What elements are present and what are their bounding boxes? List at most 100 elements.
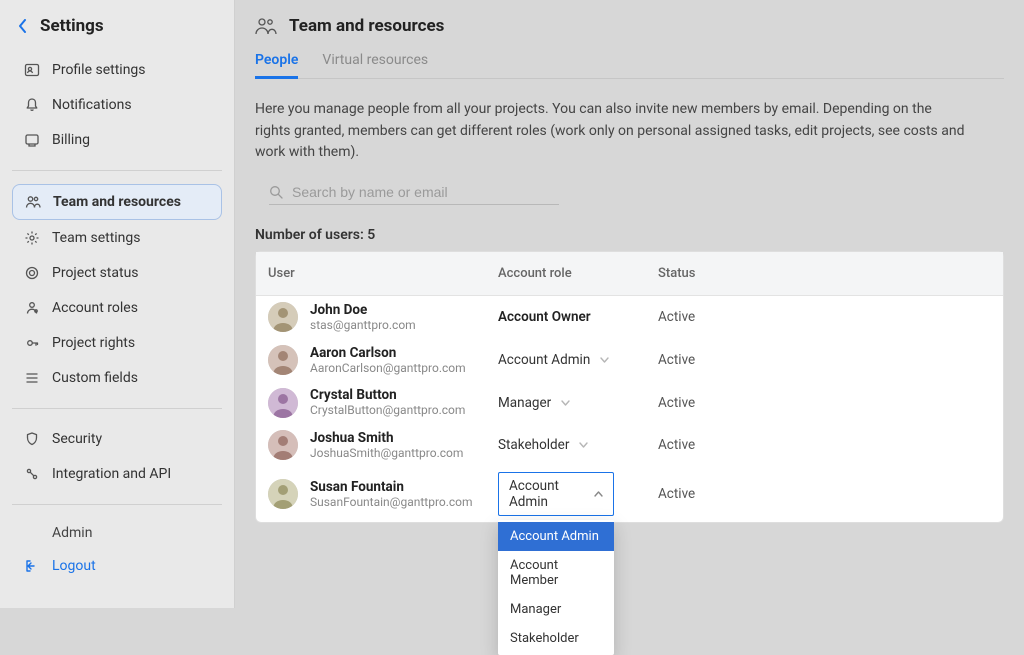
tabs: People Virtual resources <box>255 46 1004 79</box>
avatar <box>268 430 298 460</box>
sidebar-item-billing[interactable]: Billing <box>12 123 222 157</box>
search-icon <box>269 185 284 200</box>
role-select[interactable]: Account Admin <box>498 352 658 368</box>
role-select[interactable]: Stakeholder <box>498 437 658 453</box>
user-email: CrystalButton@ganttpro.com <box>310 403 465 417</box>
dropdown-option[interactable]: Account Member <box>498 551 614 595</box>
sidebar-item-label: Logout <box>52 558 96 574</box>
role-cell: Account Owner <box>498 309 658 325</box>
logout-icon <box>22 556 42 576</box>
bell-icon <box>22 95 42 115</box>
users-table: User Account role Status John Doe stas@g… <box>255 251 1004 523</box>
rights-icon <box>22 333 42 353</box>
sidebar-divider <box>12 170 222 171</box>
chevron-up-icon <box>594 491 603 497</box>
page-header: Team and resources <box>255 16 1004 46</box>
dropdown-option[interactable]: Manager <box>498 595 614 624</box>
sidebar-item-label: Notifications <box>52 97 132 113</box>
sidebar-item-label: Security <box>52 431 102 447</box>
sidebar-item-account-roles[interactable]: Account roles <box>12 291 222 325</box>
sidebar-item-label: Profile settings <box>52 62 146 78</box>
table-row: Aaron Carlson AaronCarlson@ganttpro.com … <box>256 339 1003 382</box>
role-dropdown[interactable]: Account AdminAccount MemberManagerStakeh… <box>498 520 614 655</box>
sidebar-item-label: Team settings <box>52 230 141 246</box>
user-name: Susan Fountain <box>310 479 473 495</box>
table-row: John Doe stas@ganttpro.com Account Owner… <box>256 296 1003 339</box>
user-card-icon <box>22 60 42 80</box>
sidebar-item-notifications[interactable]: Notifications <box>12 88 222 122</box>
dropdown-option[interactable]: Account Admin <box>498 522 614 551</box>
sidebar-item-label: Project rights <box>52 335 135 351</box>
col-user: User <box>268 266 498 281</box>
api-icon <box>22 464 42 484</box>
tab-people[interactable]: People <box>255 46 298 79</box>
col-role: Account role <box>498 266 658 281</box>
list-icon <box>22 368 42 388</box>
search-field[interactable] <box>269 180 559 205</box>
sidebar-item-integration-and-api[interactable]: Integration and API <box>12 457 222 491</box>
dropdown-option[interactable]: Stakeholder <box>498 624 614 653</box>
search-input[interactable] <box>292 184 559 200</box>
table-row: Susan Fountain SusanFountain@ganttpro.co… <box>256 466 1003 522</box>
user-name: Joshua Smith <box>310 430 463 446</box>
sidebar-divider <box>12 408 222 409</box>
roles-icon <box>22 298 42 318</box>
sidebar-divider <box>12 504 222 505</box>
sidebar-admin-label: Admin <box>12 518 222 548</box>
avatar <box>268 302 298 332</box>
status-cell: Active <box>658 437 778 453</box>
chevron-down-icon <box>579 442 588 448</box>
col-status: Status <box>658 266 778 281</box>
user-email: JoshuaSmith@ganttpro.com <box>310 446 463 460</box>
sidebar-item-label: Account roles <box>52 300 138 316</box>
people-icon <box>23 192 43 212</box>
shield-icon <box>22 429 42 449</box>
sidebar-item-team-settings[interactable]: Team settings <box>12 221 222 255</box>
sidebar-title: Settings <box>40 16 104 36</box>
sidebar-item-team-and-resources[interactable]: Team and resources <box>12 184 222 220</box>
user-count: Number of users: 5 <box>255 227 1004 243</box>
sidebar-item-custom-fields[interactable]: Custom fields <box>12 361 222 395</box>
status-cell: Active <box>658 309 778 325</box>
sidebar-item-security[interactable]: Security <box>12 422 222 456</box>
people-icon <box>255 16 277 36</box>
status-cell: Active <box>658 486 778 502</box>
sidebar-item-project-rights[interactable]: Project rights <box>12 326 222 360</box>
sidebar-item-label: Team and resources <box>53 194 181 210</box>
user-name: Aaron Carlson <box>310 345 466 361</box>
back-chevron-icon[interactable] <box>18 19 28 33</box>
user-email: stas@ganttpro.com <box>310 318 416 332</box>
status-cell: Active <box>658 352 778 368</box>
user-name: John Doe <box>310 302 416 318</box>
chevron-down-icon <box>561 400 570 406</box>
user-email: SusanFountain@ganttpro.com <box>310 495 473 509</box>
settings-sidebar: Settings Profile settings Notifications Bi… <box>0 0 235 608</box>
table-header: User Account role Status <box>256 252 1003 296</box>
sidebar-logout[interactable]: Logout <box>12 549 222 583</box>
sidebar-item-label: Billing <box>52 132 90 148</box>
chevron-down-icon <box>600 357 609 363</box>
avatar <box>268 479 298 509</box>
sidebar-header: Settings <box>0 12 234 48</box>
sidebar-item-label: Integration and API <box>52 466 171 482</box>
status-cell: Active <box>658 395 778 411</box>
main-content: Team and resources People Virtual resourc… <box>235 0 1024 608</box>
avatar <box>268 388 298 418</box>
role-select[interactable]: Account Admin <box>498 472 614 516</box>
intro-text: Here you manage people from all your pro… <box>255 79 995 180</box>
target-icon <box>22 263 42 283</box>
sidebar-item-project-status[interactable]: Project status <box>12 256 222 290</box>
page-title: Team and resources <box>289 16 444 36</box>
role-select[interactable]: Manager <box>498 395 658 411</box>
tab-virtual-resources[interactable]: Virtual resources <box>322 46 428 78</box>
avatar <box>268 345 298 375</box>
billing-icon <box>22 130 42 150</box>
sidebar-item-profile-settings[interactable]: Profile settings <box>12 53 222 87</box>
gear-icon <box>22 228 42 248</box>
user-name: Crystal Button <box>310 387 465 403</box>
user-email: AaronCarlson@ganttpro.com <box>310 361 466 375</box>
sidebar-item-label: Custom fields <box>52 370 138 386</box>
table-row: Crystal Button CrystalButton@ganttpro.co… <box>256 381 1003 424</box>
table-row: Joshua Smith JoshuaSmith@ganttpro.com St… <box>256 424 1003 467</box>
sidebar-item-label: Project status <box>52 265 139 281</box>
